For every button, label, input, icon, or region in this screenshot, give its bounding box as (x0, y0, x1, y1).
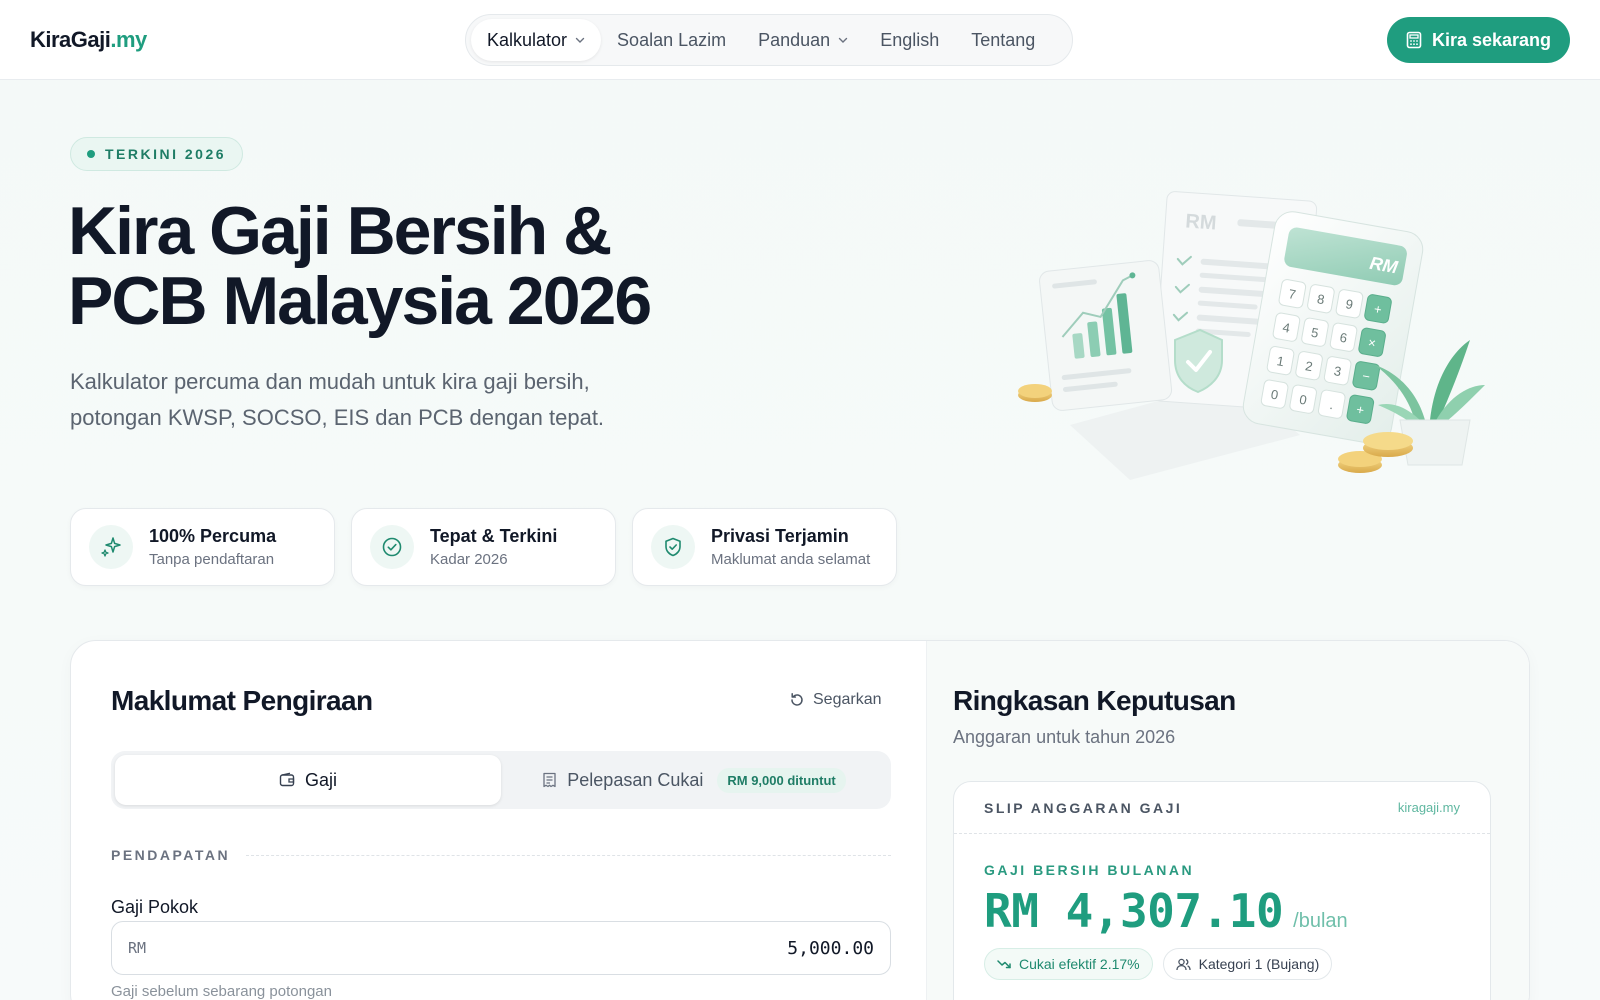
nav-item-english[interactable]: English (864, 19, 955, 61)
nav-item-label: Soalan Lazim (617, 29, 727, 50)
feature-card-accurate: Tepat & Terkini Kadar 2026 (351, 508, 616, 586)
nav-item-label: Tentang (971, 29, 1036, 50)
feature-title: Tepat & Terkini (430, 526, 558, 546)
nav-item-soalan-lazim[interactable]: Soalan Lazim (601, 19, 742, 61)
feature-subtitle: Kadar 2026 (430, 551, 508, 568)
logo-domain-text: .my (110, 27, 147, 52)
hero-subtitle: Kalkulator percuma dan mudah untuk kira … (70, 369, 605, 430)
nav-item-label: Kalkulator (487, 29, 568, 50)
calculator-illustration: RM RM 7 8 9 +4 5 6 ×1 2 3 −0 0. + (1018, 191, 1485, 480)
payslip-label: SLIP ANGGARAN GAJI (984, 799, 1183, 816)
title-line-1: Kira Gaji Bersih & (68, 193, 612, 269)
updated-badge: TERKINI 2026 (70, 137, 244, 171)
receipt-icon (543, 772, 556, 788)
nav-item-label: English (880, 29, 940, 50)
tab-label: Gaji (304, 769, 337, 790)
shield-check-icon (651, 525, 695, 569)
feature-title: Privasi Terjamin (711, 526, 849, 546)
summary-panel: Ringkasan Keputusan Anggaran untuk tahun… (926, 641, 1529, 1000)
net-salary-label: GAJI BERSIH BULANAN (984, 862, 1195, 878)
cta-label: Kira sekarang (1431, 29, 1552, 50)
site-logo[interactable]: KiraGaji.my (30, 27, 147, 53)
wallet-icon (279, 772, 295, 787)
top-navigation-bar: KiraGaji.my Kalkulator Soalan Lazim Pand… (0, 0, 1600, 80)
feature-subtitle: Maklumat anda selamat (711, 551, 871, 568)
tab-tax-relief[interactable]: Pelepasan Cukai RM 9,000 dituntut (501, 755, 887, 805)
tab-salary[interactable]: Gaji (115, 755, 501, 805)
effective-tax-text: Cukai efektif 2.17% (1019, 956, 1140, 972)
feature-cards: 100% Percuma Tanpa pendaftaran Tepat & T… (70, 508, 897, 586)
trend-down-icon (997, 960, 1011, 969)
document-rm-text: RM (1185, 210, 1218, 234)
basic-salary-label: Gaji Pokok (111, 897, 199, 917)
tax-category-badge: Kategori 1 (Bujang) (1162, 948, 1333, 980)
reset-button[interactable]: Segarkan (789, 691, 882, 709)
feature-card-privacy: Privasi Terjamin Maklumat anda selamat (632, 508, 897, 586)
page-title: Kira Gaji Bersih & PCB Malaysia 2026 (68, 196, 768, 336)
payslip-card: SLIP ANGGARAN GAJI kiragaji.my GAJI BERS… (953, 781, 1491, 1000)
tax-category-text: Kategori 1 (Bujang) (1198, 956, 1320, 972)
basic-salary-hint: Gaji sebelum sebarang potongan (111, 983, 332, 1000)
form-title: Maklumat Pengiraan (111, 685, 373, 716)
feature-title: 100% Percuma (149, 526, 277, 546)
chevron-down-icon (575, 37, 585, 43)
nav-item-kalkulator[interactable]: Kalkulator (471, 19, 602, 61)
section-income: PENDAPATAN (111, 847, 891, 863)
net-salary: RM 4,307.10 /bulan (984, 884, 1348, 938)
payslip-site: kiragaji.my (1397, 800, 1460, 815)
badge-label: TERKINI 2026 (105, 146, 227, 162)
calculator-card: Maklumat Pengiraan Segarkan Gaji Pelepas… (70, 640, 1530, 1000)
users-icon (1175, 958, 1191, 970)
nav-item-label: Panduan (758, 29, 831, 50)
summary-subtitle: Anggaran untuk tahun 2026 (953, 727, 1176, 747)
basic-salary-input[interactable] (156, 937, 874, 959)
effective-tax-badge: Cukai efektif 2.17% (984, 948, 1153, 980)
logo-main-text: KiraGaji (30, 27, 111, 52)
refresh-icon (791, 693, 803, 706)
summary-title: Ringkasan Keputusan (953, 685, 1236, 716)
section-label: PENDAPATAN (111, 847, 231, 863)
nav-item-panduan[interactable]: Panduan (742, 19, 864, 61)
relief-claimed-badge: RM 9,000 dituntut (717, 767, 846, 793)
net-salary-unit: /bulan (1293, 910, 1348, 932)
payslip-header: SLIP ANGGARAN GAJI kiragaji.my (954, 782, 1490, 834)
title-line-2: PCB Malaysia 2026 (68, 263, 652, 339)
summary-pills: Cukai efektif 2.17% Kategori 1 (Bujang) (984, 948, 1333, 980)
section-divider (246, 854, 891, 856)
nav-item-tentang[interactable]: Tentang (955, 19, 1051, 61)
feature-card-free: 100% Percuma Tanpa pendaftaran (70, 508, 335, 586)
basic-salary-field: RM (111, 921, 891, 975)
calculator-icon (1406, 31, 1422, 49)
status-dot-icon (87, 150, 95, 158)
feature-subtitle: Tanpa pendaftaran (149, 551, 275, 568)
reset-label: Segarkan (813, 691, 882, 708)
net-salary-amount: RM 4,307.10 (984, 884, 1284, 938)
currency-prefix: RM (128, 939, 147, 957)
chevron-down-icon (839, 37, 848, 43)
form-tabs: Gaji Pelepasan Cukai RM 9,000 dituntut (111, 751, 891, 809)
sparkle-icon (89, 525, 133, 569)
tab-label: Pelepasan Cukai (567, 769, 704, 790)
check-circle-icon (370, 525, 414, 569)
main-nav: Kalkulator Soalan Lazim Panduan English … (465, 14, 1073, 66)
calculate-now-button[interactable]: Kira sekarang (1387, 17, 1570, 63)
